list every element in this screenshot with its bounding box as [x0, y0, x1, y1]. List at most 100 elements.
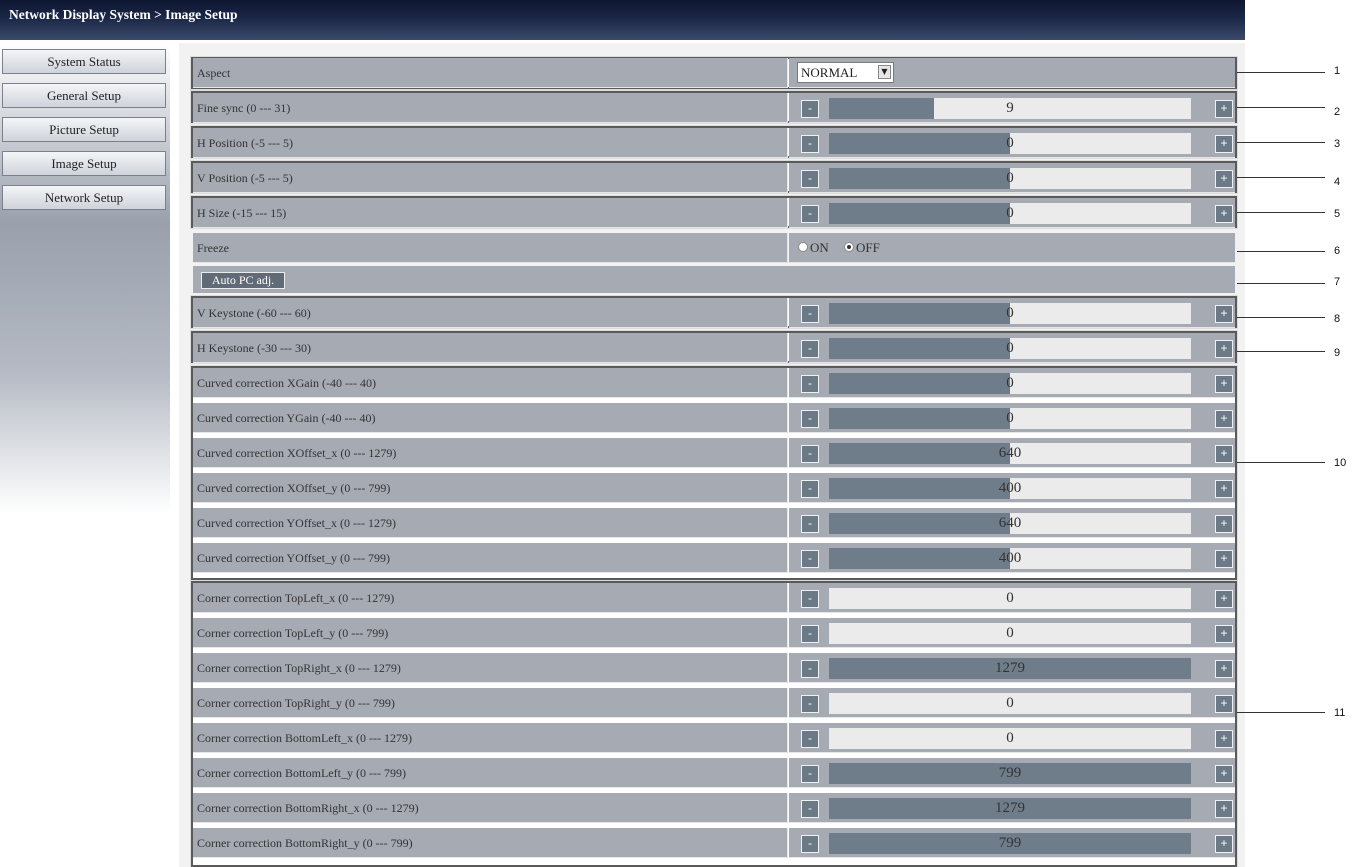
v-keystone-label: V Keystone (-60 --- 60) — [193, 298, 788, 328]
v-keystone-decrease-button[interactable]: - — [801, 305, 819, 323]
curved-yoffset-y-slider[interactable]: 400 — [829, 548, 1191, 569]
corner-topleft-x-increase-button[interactable]: + — [1215, 590, 1233, 608]
curved-xoffset-y-slider[interactable]: 400 — [829, 478, 1191, 499]
curved-ygain-decrease-button[interactable]: - — [801, 410, 819, 428]
row-corner-topleft-y: Corner correction TopLeft_y (0 --- 799) -… — [193, 618, 1235, 648]
fine-sync-value: 9 — [1006, 100, 1014, 116]
curved-xgain-increase-button[interactable]: + — [1215, 375, 1233, 393]
v-position-slider[interactable]: 0 — [829, 168, 1191, 189]
corner-bottomleft-y-decrease-button[interactable]: - — [801, 765, 819, 783]
h-position-increase-button[interactable]: + — [1215, 135, 1233, 153]
corner-bottomright-y-decrease-button[interactable]: - — [801, 835, 819, 853]
curved-xoffset-y-increase-button[interactable]: + — [1215, 480, 1233, 498]
callout-line-4 — [1237, 177, 1325, 178]
row-h-position: H Position (-5 --- 5) - 0 + — [193, 128, 1235, 158]
corner-topleft-x-decrease-button[interactable]: - — [801, 590, 819, 608]
curved-xgain-decrease-button[interactable]: - — [801, 375, 819, 393]
h-size-increase-button[interactable]: + — [1215, 205, 1233, 223]
corner-topright-x-value: 1279 — [995, 660, 1025, 676]
corner-topleft-y-slider[interactable]: 0 — [829, 623, 1191, 644]
curved-yoffset-y-decrease-button[interactable]: - — [801, 550, 819, 568]
corner-topleft-y-decrease-button[interactable]: - — [801, 625, 819, 643]
v-keystone-slider[interactable]: 0 — [829, 303, 1191, 324]
curved-yoffset-y-control: - 400 + — [789, 543, 1235, 573]
corner-bottomright-x-slider[interactable]: 1279 — [829, 798, 1191, 819]
curved-yoffset-x-value: 640 — [998, 515, 1022, 531]
corner-bottomleft-x-increase-button[interactable]: + — [1215, 730, 1233, 748]
h-size-slider[interactable]: 0 — [829, 203, 1191, 224]
corner-topleft-x-slider[interactable]: 0 — [829, 588, 1191, 609]
h-size-decrease-button[interactable]: - — [801, 205, 819, 223]
v-position-decrease-button[interactable]: - — [801, 170, 819, 188]
v-position-value: 0 — [1006, 170, 1014, 186]
corner-bottomright-x-decrease-button[interactable]: - — [801, 800, 819, 818]
callout-number-5: 5 — [1334, 208, 1341, 220]
curved-ygain-slider[interactable]: 0 — [829, 408, 1191, 429]
callout-line-11 — [1237, 712, 1325, 713]
curved-xgain-slider[interactable]: 0 — [829, 373, 1191, 394]
fine-sync-decrease-button[interactable]: - — [801, 100, 819, 118]
corner-bottomright-x-value: 1279 — [995, 800, 1025, 816]
aspect-control: NORMAL ▼ — [789, 58, 1235, 88]
callout-number-11: 11 — [1334, 707, 1346, 719]
corner-topright-x-decrease-button[interactable]: - — [801, 660, 819, 678]
corner-topleft-y-increase-button[interactable]: + — [1215, 625, 1233, 643]
curved-xoffset-x-slider[interactable]: 640 — [829, 443, 1191, 464]
curved-yoffset-x-increase-button[interactable]: + — [1215, 515, 1233, 533]
corner-bottomleft-y-slider[interactable]: 799 — [829, 763, 1191, 784]
nav-image-setup-button[interactable]: Image Setup — [2, 151, 166, 176]
freeze-off-radio[interactable] — [844, 242, 854, 252]
curved-xoffset-x-increase-button[interactable]: + — [1215, 445, 1233, 463]
freeze-on-radio[interactable] — [798, 242, 808, 252]
nav-network-setup-button[interactable]: Network Setup — [2, 185, 166, 210]
corner-bottomright-y-slider[interactable]: 799 — [829, 833, 1191, 854]
corner-bottomleft-x-slider[interactable]: 0 — [829, 728, 1191, 749]
corner-topright-x-control: - 1279 + — [789, 653, 1235, 683]
h-keystone-decrease-button[interactable]: - — [801, 340, 819, 358]
corner-bottomleft-x-control: - 0 + — [789, 723, 1235, 753]
freeze-on-label: ON — [810, 240, 829, 255]
row-v-keystone: V Keystone (-60 --- 60) - 0 + — [193, 298, 1235, 328]
corner-bottomleft-x-decrease-button[interactable]: - — [801, 730, 819, 748]
curved-xoffset-y-decrease-button[interactable]: - — [801, 480, 819, 498]
callout-number-9: 9 — [1334, 347, 1341, 359]
corner-topright-y-decrease-button[interactable]: - — [801, 695, 819, 713]
corner-topleft-x-control: - 0 + — [789, 583, 1235, 613]
nav-picture-setup-button[interactable]: Picture Setup — [2, 117, 166, 142]
nav-system-status-button[interactable]: System Status — [2, 49, 166, 74]
curved-xgain-value: 0 — [1006, 375, 1014, 391]
curved-yoffset-x-slider[interactable]: 640 — [829, 513, 1191, 534]
h-position-decrease-button[interactable]: - — [801, 135, 819, 153]
dropdown-arrow-icon[interactable]: ▼ — [878, 65, 891, 79]
corner-bottomright-y-increase-button[interactable]: + — [1215, 835, 1233, 853]
v-position-label: V Position (-5 --- 5) — [193, 163, 788, 193]
corner-topright-y-increase-button[interactable]: + — [1215, 695, 1233, 713]
aspect-select[interactable]: NORMAL ▼ — [797, 62, 894, 83]
curved-xoffset-x-decrease-button[interactable]: - — [801, 445, 819, 463]
h-size-label: H Size (-15 --- 15) — [193, 198, 788, 228]
auto-pc-adj-button[interactable]: Auto PC adj. — [201, 272, 285, 289]
corner-topright-x-slider[interactable]: 1279 — [829, 658, 1191, 679]
corner-topright-y-slider[interactable]: 0 — [829, 693, 1191, 714]
h-keystone-increase-button[interactable]: + — [1215, 340, 1233, 358]
curved-yoffset-x-label: Curved correction YOffset_x (0 --- 1279) — [193, 508, 788, 538]
curved-yoffset-x-decrease-button[interactable]: - — [801, 515, 819, 533]
curved-yoffset-y-increase-button[interactable]: + — [1215, 550, 1233, 568]
corner-bottomleft-x-label: Corner correction BottomLeft_x (0 --- 12… — [193, 723, 788, 753]
h-keystone-slider[interactable]: 0 — [829, 338, 1191, 359]
curved-xoffset-x-label: Curved correction XOffset_x (0 --- 1279) — [193, 438, 788, 468]
curved-ygain-label: Curved correction YGain (-40 --- 40) — [193, 403, 788, 433]
row-curved-xgain: Curved correction XGain (-40 --- 40) - 0 + — [193, 368, 1235, 398]
callout-number-2: 2 — [1334, 106, 1341, 118]
h-position-slider[interactable]: 0 — [829, 133, 1191, 154]
corner-bottomleft-y-increase-button[interactable]: + — [1215, 765, 1233, 783]
fine-sync-slider[interactable]: 9 — [829, 98, 1191, 119]
corner-topleft-x-value: 0 — [1006, 590, 1014, 606]
v-keystone-increase-button[interactable]: + — [1215, 305, 1233, 323]
corner-topright-x-increase-button[interactable]: + — [1215, 660, 1233, 678]
fine-sync-increase-button[interactable]: + — [1215, 100, 1233, 118]
curved-ygain-increase-button[interactable]: + — [1215, 410, 1233, 428]
nav-general-setup-button[interactable]: General Setup — [2, 83, 166, 108]
corner-bottomright-x-increase-button[interactable]: + — [1215, 800, 1233, 818]
v-position-increase-button[interactable]: + — [1215, 170, 1233, 188]
